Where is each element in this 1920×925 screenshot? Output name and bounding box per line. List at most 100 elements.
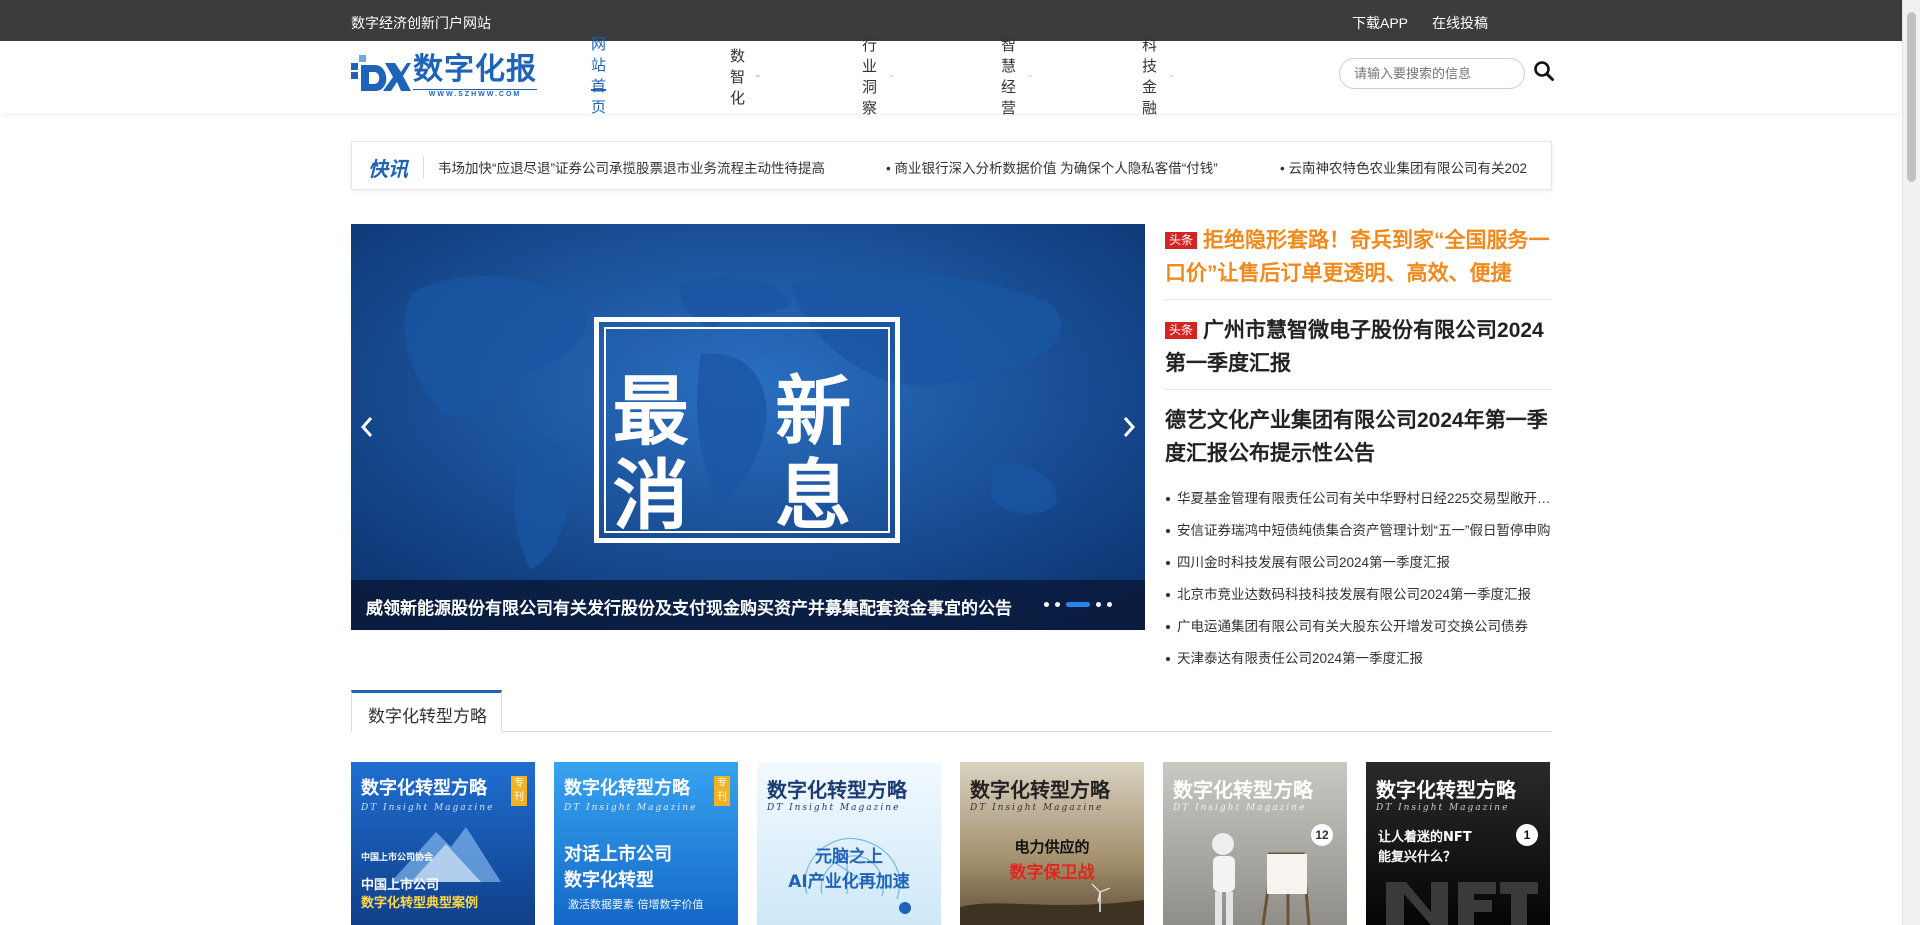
site-logo[interactable]: 数字化报 WWW.SZHWW.COM <box>351 53 551 99</box>
slide-headline-line: 消 息 <box>612 451 882 540</box>
magazine-subtitle: DT Insight Magazine <box>767 803 901 813</box>
chevron-left-icon[interactable] <box>355 410 379 444</box>
magazine-subtitle: DT Insight Magazine <box>970 803 1104 813</box>
list-item[interactable]: 天津泰达有限责任公司2024第一季度汇报 <box>1165 643 1552 675</box>
news-list: 华夏基金管理有限责任公司有关中华野村日经225交易型敞开式指数证券投资基金 安信… <box>1165 483 1552 675</box>
ticker-label: 快讯 <box>368 157 408 181</box>
chevron-down-icon <box>889 75 893 78</box>
slide-caption-bar: 威领新能源股份有限公司有关发行股份及支付现金购买资产并募集配套资金事宜的公告 <box>351 580 1145 630</box>
issue-number: 1 <box>1516 824 1538 846</box>
magazine-cover[interactable]: 数字化转型方略 DT Insight Magazine 让人着迷的NFT 能复兴… <box>1366 762 1550 925</box>
magazine-headline: 对话上市公司 <box>564 844 672 865</box>
search-icon[interactable] <box>1533 60 1555 82</box>
site-slogan: 数字经济创新门户网站 <box>351 15 491 31</box>
chevron-down-icon <box>756 74 761 78</box>
magazine-headline: AI产业化再加速 <box>788 872 910 892</box>
robot-easel-icon <box>1212 833 1311 925</box>
nav-item-label: 智慧经营 <box>1001 37 1017 117</box>
headline-item: 头条 广州市慧智微电子股份有限公司2024第一季度汇报 <box>1165 314 1552 390</box>
logo-mark-icon <box>351 55 411 91</box>
magazine-subtitle: DT Insight Magazine <box>564 803 698 813</box>
magazine-cover[interactable]: 数字化转型方略 DT Insight Magazine 专刊 对话上市公司 数字… <box>554 762 738 925</box>
list-item[interactable]: 北京市竞业达数码科技科技发展有限公司2024第一季度汇报 <box>1165 579 1552 611</box>
nav-item-label: 科技金融 <box>1142 37 1158 117</box>
nav-item-business[interactable]: 智慧经营 <box>1001 37 1032 117</box>
headline-link[interactable]: 德艺文化产业集团有限公司2024年第一季度汇报公布提示性公告 <box>1165 404 1552 470</box>
chevron-down-icon <box>1169 75 1173 78</box>
nav-item-label: 网站首页 <box>591 36 607 116</box>
download-app-link[interactable]: 下载APP <box>1352 13 1408 33</box>
page-scrollbar[interactable] <box>1902 0 1920 925</box>
ticker-item[interactable]: • 云南神农特色农业集团有限公司有关202 <box>1280 157 1527 177</box>
slider-dot[interactable] <box>1055 602 1060 607</box>
nav-item-digital[interactable]: 数智化 <box>730 48 761 107</box>
nav-item-label: 数智化 <box>730 47 746 107</box>
chevron-down-icon <box>1028 75 1032 78</box>
nav-item-home[interactable]: 网站首页 <box>591 36 607 116</box>
submit-article-link[interactable]: 在线投稿 <box>1432 13 1488 33</box>
magazine-title: 数字化转型方略 <box>767 778 907 802</box>
magazine-title: 数字化转型方略 <box>970 778 1110 802</box>
slider-dot[interactable] <box>1096 602 1101 607</box>
magazine-headline: 能复兴什么？ <box>1378 850 1457 865</box>
magazine-cover[interactable]: 数字化转型方略 DT Insight Magazine 元脑之上 AI产业化再加… <box>757 762 941 925</box>
magazine-cover[interactable]: 数字化转型方略 DT Insight Magazine 12 <box>1163 762 1347 925</box>
logo-url: WWW.SZHWW.COM <box>413 89 537 98</box>
nav-item-industry[interactable]: 行业洞察 <box>862 37 893 117</box>
headline-link[interactable]: 头条 广州市慧智微电子股份有限公司2024第一季度汇报 <box>1165 314 1552 380</box>
chevron-right-icon[interactable] <box>1117 410 1141 444</box>
magazine-subtitle: DT Insight Magazine <box>361 803 495 813</box>
list-item[interactable]: 华夏基金管理有限责任公司有关中华野村日经225交易型敞开式指数证券投资基金 <box>1165 483 1552 515</box>
nav-item-label: 行业洞察 <box>862 37 878 117</box>
slide-caption[interactable]: 威领新能源股份有限公司有关发行股份及支付现金购买资产并募集配套资金事宜的公告 <box>366 594 1016 619</box>
section-tab[interactable]: 数字化转型方略 <box>351 690 502 732</box>
magazine-subtitle: DT Insight Magazine <box>1173 803 1307 813</box>
magazine-cover[interactable]: 数字化转型方略 DT Insight Magazine 电力供应的 数字保卫战 <box>960 762 1144 925</box>
magazine-kicker: 中国上市公司协会 <box>361 853 434 863</box>
search-input[interactable] <box>1339 58 1525 89</box>
magazine-subtitle: DT Insight Magazine <box>1376 803 1510 813</box>
logo-name: 数字化报 <box>413 52 537 87</box>
logo-text: 数字化报 WWW.SZHWW.COM <box>413 53 537 98</box>
featured-slider[interactable]: 最 新 消 息 威领新能源股份有限公司有关发行股份及支付现金购买资产并募集配套资… <box>351 224 1145 630</box>
slide-frame: 最 新 消 息 <box>594 317 900 543</box>
headline-badge: 头条 <box>1165 232 1198 249</box>
magazine-cover[interactable]: 数字化转型方略 DT Insight Magazine 专刊 中国上市公司协会 … <box>351 762 535 925</box>
magazine-headline: 电力供应的 <box>1014 838 1090 856</box>
headline-link[interactable]: 头条 拒绝隐形套路！奇兵到家“全国服务一口价”让售后订单更透明、高效、便捷 <box>1165 224 1552 290</box>
headline-panel: 头条 拒绝隐形套路！奇兵到家“全国服务一口价”让售后订单更透明、高效、便捷 头条广… <box>1165 224 1552 675</box>
top-bar: 数字经济创新门户网站 下载APP 在线投稿 <box>0 0 1920 41</box>
section-header: 数字化转型方略 <box>351 690 1552 732</box>
scrollbar-thumb[interactable] <box>1907 12 1916 182</box>
nav-item-fintech[interactable]: 科技金融 <box>1142 37 1173 117</box>
top-links: 下载APP 在线投稿 <box>1352 13 1488 33</box>
list-item[interactable]: 广电运通集团有限公司有关大股东公开增发可交换公司债券 <box>1165 611 1552 643</box>
wind-turbine-icon <box>960 883 1144 925</box>
magazine-tag: 专刊 <box>511 776 527 806</box>
headline-title: 拒绝隐形套路！奇兵到家“全国服务一口价”让售后订单更透明、高效、便捷 <box>1165 229 1550 285</box>
slider-dot[interactable] <box>1107 602 1112 607</box>
slider-dot[interactable] <box>1044 602 1049 607</box>
magazine-title: 数字化转型方略 <box>361 778 487 799</box>
list-item[interactable]: 安信证券瑞鸿中短债纯债集合资产管理计划“五一”假日暂停申购 <box>1165 515 1552 547</box>
magazine-grid: 数字化转型方略 DT Insight Magazine 专刊 中国上市公司协会 … <box>351 762 1552 925</box>
magazine-title: 数字化转型方略 <box>1173 778 1313 802</box>
magazine-headline: 元脑之上 <box>815 847 883 867</box>
magazine-headline: 数字化转型 <box>564 870 654 891</box>
ticker-item[interactable]: 韦场加快“应退尽退”证券公司承揽股票退市业务流程主动性待提高 <box>438 157 825 177</box>
ticker-item[interactable]: • 商业银行深入分析数据价值 为确保个人隐私客借“付钱” <box>886 157 1218 177</box>
slider-dots <box>1044 602 1112 607</box>
magazine-title: 数字化转型方略 <box>1376 778 1516 802</box>
magazine-headline: 数字化转型典型案例 <box>361 896 479 911</box>
site-header: 数字化报 WWW.SZHWW.COM 网站首页 数智化 行业洞察 智慧经营 科技… <box>0 36 1902 117</box>
headline-item: 头条 拒绝隐形套路！奇兵到家“全国服务一口价”让售后订单更透明、高效、便捷 <box>1165 224 1552 300</box>
list-item[interactable]: 四川金时科技发展有限公司2024第一季度汇报 <box>1165 547 1552 579</box>
slider-dot-active[interactable] <box>1066 602 1090 607</box>
ticker-divider <box>423 156 424 178</box>
magazine-tag: 专刊 <box>714 776 730 806</box>
headline-badge: 头条 <box>1165 322 1198 339</box>
ticker-track: 韦场加快“应退尽退”证券公司承揽股票退市业务流程主动性待提高 • 商业银行深入分… <box>438 142 1539 189</box>
headline-title: 广州市慧智微电子股份有限公司2024第一季度汇报 <box>1165 319 1544 375</box>
magazine-headline: 中国上市公司 <box>361 878 440 893</box>
nft-art-icon <box>1386 882 1538 925</box>
